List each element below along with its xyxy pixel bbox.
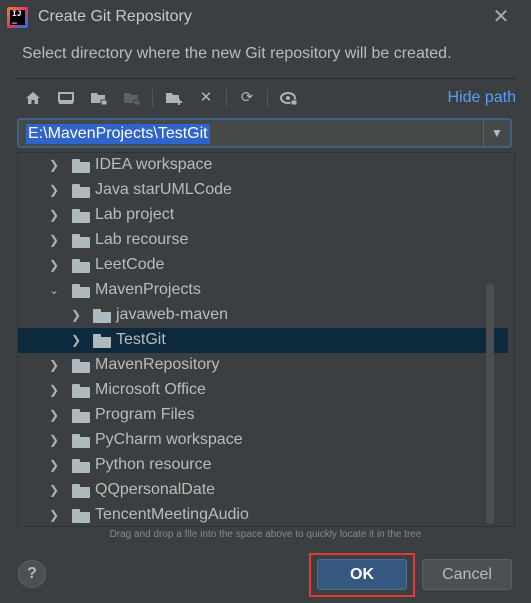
chevron-right-icon[interactable]: ❯ — [47, 453, 61, 478]
desktop-icon[interactable] — [55, 86, 77, 110]
tree-item-label: LeetCode — [95, 256, 165, 273]
path-combobox[interactable]: E:\MavenProjects\TestGit ▼ — [17, 118, 512, 148]
module-folder-icon[interactable] — [121, 86, 143, 110]
folder-icon — [72, 259, 90, 273]
chevron-down-icon[interactable]: ▼ — [483, 120, 510, 146]
tree-item-label: Lab recourse — [95, 231, 189, 248]
folder-icon — [72, 509, 90, 523]
chevron-down-icon[interactable]: ⌄ — [47, 278, 61, 303]
tree-row[interactable]: ⌄ MavenProjects — [18, 278, 508, 303]
tree-row[interactable]: ❯ Python resource — [18, 453, 508, 478]
chevron-right-icon[interactable]: ❯ — [47, 378, 61, 403]
chevron-right-icon[interactable]: ❯ — [47, 153, 61, 178]
cancel-button[interactable]: Cancel — [422, 559, 512, 590]
show-hidden-icon[interactable] — [278, 86, 300, 110]
tree-row[interactable]: ❯ Java starUMLCode — [18, 178, 508, 203]
tree-row[interactable]: ❯ Lab recourse — [18, 228, 508, 253]
refresh-icon[interactable]: ⟳ — [236, 86, 258, 110]
folder-icon — [72, 184, 90, 198]
folder-icon — [72, 434, 90, 448]
chevron-right-icon[interactable]: ❯ — [47, 228, 61, 253]
tree-item-label: javaweb-maven — [116, 306, 229, 323]
tree-row[interactable]: ❯ Microsoft Office — [18, 378, 508, 403]
folder-icon — [72, 209, 90, 223]
ok-button[interactable]: OK — [317, 559, 407, 590]
tree-item-label: PyCharm workspace — [95, 431, 243, 448]
divider — [16, 78, 516, 79]
folder-icon — [72, 409, 90, 423]
help-button[interactable]: ? — [18, 560, 46, 588]
tree-scrollbar[interactable] — [486, 284, 494, 524]
chevron-right-icon[interactable]: ❯ — [47, 503, 61, 526]
tree-row[interactable]: ❯ Lab project — [18, 203, 508, 228]
close-icon[interactable]: ✕ — [490, 6, 512, 28]
tree-row[interactable]: ❯ javaweb-maven — [18, 303, 508, 328]
chevron-right-icon[interactable]: ❯ — [47, 203, 61, 228]
hide-path-link[interactable]: Hide path — [448, 89, 517, 107]
tree-item-label: TencentMeetingAudio — [95, 506, 249, 523]
folder-icon — [72, 234, 90, 248]
folder-icon — [72, 384, 90, 398]
folder-icon — [93, 309, 111, 323]
toolbar-separator — [226, 89, 227, 107]
chevron-right-icon[interactable]: ❯ — [47, 353, 61, 378]
tree-item-label: MavenProjects — [95, 281, 201, 298]
tree-row[interactable]: ❯ IDEA workspace — [18, 153, 508, 178]
tree-row[interactable]: ❯ PyCharm workspace — [18, 428, 508, 453]
title-bar: IJ — Create Git Repository ✕ — [0, 0, 531, 36]
tree-row[interactable]: ❯ TencentMeetingAudio — [18, 503, 508, 526]
tree-row-selected[interactable]: ❯ TestGit — [18, 328, 508, 353]
tree-item-label: MavenRepository — [95, 356, 220, 373]
chevron-right-icon[interactable]: ❯ — [47, 178, 61, 203]
chevron-right-icon[interactable]: ❯ — [47, 253, 61, 278]
tree-item-label: Lab project — [95, 206, 175, 223]
tree-item-label: Java starUMLCode — [95, 181, 232, 198]
directory-tree[interactable]: ❯ IDEA workspace ❯ Java starUMLCode ❯ La… — [17, 152, 515, 527]
folder-icon — [72, 484, 90, 498]
toolbar-separator — [152, 89, 153, 107]
chevron-right-icon[interactable]: ❯ — [47, 428, 61, 453]
toolbar-separator — [267, 89, 268, 107]
home-icon[interactable] — [22, 86, 44, 110]
tree-row[interactable]: ❯ LeetCode — [18, 253, 508, 278]
tree-row[interactable]: ❯ Program Files — [18, 403, 508, 428]
tree-row[interactable]: ❯ MavenRepository — [18, 353, 508, 378]
folder-icon — [72, 459, 90, 473]
folder-icon — [72, 159, 90, 173]
intellij-app-icon: IJ — — [7, 7, 28, 28]
folder-icon — [72, 359, 90, 373]
delete-icon[interactable]: ✕ — [195, 86, 217, 110]
chevron-right-icon[interactable]: ❯ — [69, 328, 83, 353]
dialog-description: Select directory where the new Git repos… — [22, 45, 452, 62]
chevron-right-icon[interactable]: ❯ — [69, 303, 83, 328]
tree-item-label: IDEA workspace — [95, 156, 213, 173]
tree-item-label: QQpersonalDate — [95, 481, 216, 498]
dialog-title: Create Git Repository — [38, 8, 192, 25]
new-folder-icon[interactable] — [163, 86, 185, 110]
tree-item-label: Microsoft Office — [95, 381, 206, 398]
chevron-right-icon[interactable]: ❯ — [47, 403, 61, 428]
folder-icon — [93, 334, 111, 348]
tree-item-label: Program Files — [95, 406, 195, 423]
path-input[interactable]: E:\MavenProjects\TestGit — [26, 124, 210, 144]
drag-drop-hint: Drag and drop a file into the space abov… — [109, 529, 422, 540]
project-folder-icon[interactable] — [88, 86, 110, 110]
chevron-right-icon[interactable]: ❯ — [47, 478, 61, 503]
tree-item-label: TestGit — [116, 331, 166, 348]
tree-item-label: Python resource — [95, 456, 212, 473]
folder-icon — [72, 284, 90, 298]
tree-row[interactable]: ❯ QQpersonalDate — [18, 478, 508, 503]
